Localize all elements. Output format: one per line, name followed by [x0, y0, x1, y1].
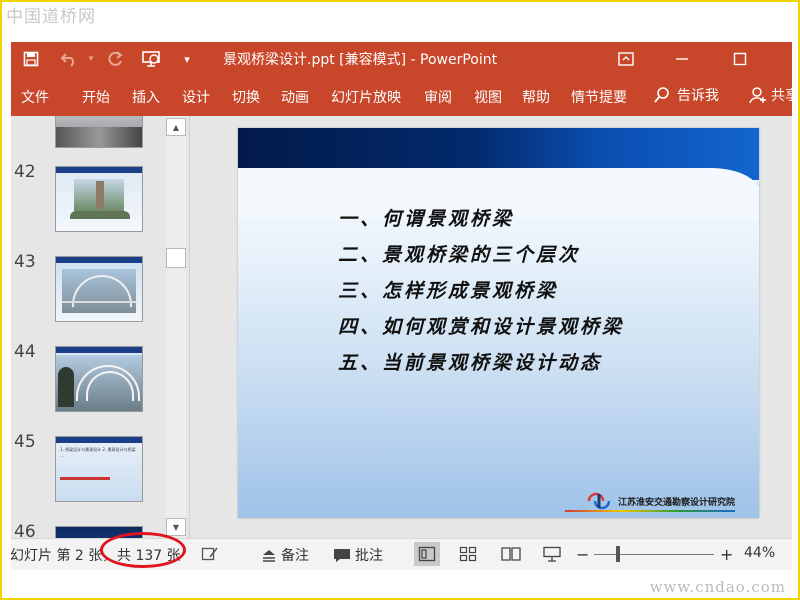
minimize-icon[interactable]: [667, 46, 697, 72]
institute-logo-icon: [587, 492, 611, 510]
slide-thumbnail[interactable]: 1. 桥梁设计与景观设计 2. 景观设计与桥梁 ...: [55, 436, 143, 502]
reading-view-icon[interactable]: [498, 542, 524, 566]
watermark-top: 中国道桥网: [6, 7, 96, 27]
zoom-out-button[interactable]: −: [576, 545, 589, 564]
ribbon-display-options-icon[interactable]: [611, 46, 641, 72]
slide-number: 45: [14, 432, 36, 452]
tell-me-label: 告诉我: [677, 88, 719, 104]
slide-agenda-item: 二、景观桥梁的三个层次: [338, 244, 581, 266]
customize-qat-icon[interactable]: ▾: [175, 47, 199, 71]
slide-sorter-icon[interactable]: [455, 542, 481, 566]
thumbnail-scrollbar[interactable]: ▲ ▼: [166, 116, 186, 538]
tab-help[interactable]: 帮助: [522, 87, 550, 107]
footer-rule: [565, 510, 735, 512]
powerpoint-window: ▾ ▾ 景观桥梁设计.ppt [兼容模式] - PowerPoint 文件 开始…: [11, 42, 792, 570]
slide-number: 44: [14, 342, 36, 362]
notes-icon: [263, 550, 275, 562]
tab-insert[interactable]: 插入: [132, 87, 160, 107]
slide-agenda-item: 三、怎样形成景观桥梁: [338, 280, 559, 302]
zoom-level[interactable]: 44%: [744, 545, 775, 561]
comments-label: 批注: [355, 548, 383, 564]
slide-number: 43: [14, 252, 36, 272]
title-bar: ▾ ▾ 景观桥梁设计.ppt [兼容模式] - PowerPoint: [11, 42, 792, 76]
zoom-in-button[interactable]: +: [720, 545, 733, 564]
save-icon[interactable]: [19, 47, 43, 71]
tab-animations[interactable]: 动画: [281, 87, 309, 107]
slide-thumbnail-pane: 42 43 44 45 1. 桥梁设计与景观设计 2. 景观设计与桥梁 ...: [11, 116, 177, 538]
share-label: 共享: [771, 88, 792, 104]
spelling-check-icon[interactable]: [197, 542, 223, 566]
scroll-down-icon[interactable]: ▼: [166, 518, 186, 536]
tab-storyboarding[interactable]: 情节提要: [571, 87, 627, 107]
slide-agenda-item: 一、何谓景观桥梁: [338, 208, 515, 230]
thumbnail-text: 1. 桥梁设计与景观设计 2. 景观设计与桥梁 ...: [60, 447, 136, 458]
slide-thumbnail[interactable]: [55, 256, 143, 322]
watermark-bottom: www.cndao.com: [649, 578, 786, 596]
slide-agenda-item: 五、当前景观桥梁设计动态: [338, 352, 603, 374]
undo-dropdown-icon[interactable]: ▾: [79, 47, 103, 71]
zoom-slider-handle[interactable]: [616, 546, 620, 562]
tab-slideshow[interactable]: 幻灯片放映: [331, 87, 401, 107]
tab-review[interactable]: 审阅: [424, 87, 452, 107]
comment-icon: [334, 548, 350, 562]
search-icon: [654, 87, 669, 103]
tab-transitions[interactable]: 切换: [232, 87, 260, 107]
start-from-beginning-icon[interactable]: [139, 47, 163, 71]
slide-thumbnail[interactable]: [55, 166, 143, 232]
normal-view-icon[interactable]: [414, 542, 440, 566]
redo-icon[interactable]: [103, 47, 127, 71]
tab-home[interactable]: 开始: [82, 87, 110, 107]
zoom-slider-track[interactable]: [594, 554, 714, 555]
tab-design[interactable]: 设计: [182, 87, 210, 107]
comments-button[interactable]: 批注: [333, 545, 383, 565]
scroll-thumb[interactable]: [166, 248, 186, 268]
current-slide[interactable]: 一、何谓景观桥梁 二、景观桥梁的三个层次 三、怎样形成景观桥梁 四、如何观赏和设…: [238, 128, 759, 518]
slide-footer: 江苏淮安交通勘察设计研究院: [586, 492, 735, 510]
undo-icon[interactable]: [57, 47, 81, 71]
scroll-up-icon[interactable]: ▲: [166, 118, 186, 136]
tab-view[interactable]: 视图: [474, 87, 502, 107]
slide-thumbnail[interactable]: [55, 116, 143, 148]
notes-label: 备注: [281, 548, 309, 564]
slide-agenda-item: 四、如何观赏和设计景观桥梁: [338, 316, 625, 338]
window-title: 景观桥梁设计.ppt [兼容模式] - PowerPoint: [223, 52, 498, 68]
slide-thumbnail[interactable]: [55, 346, 143, 412]
slide-editor: 一、何谓景观桥梁 二、景观桥梁的三个层次 三、怎样形成景观桥梁 四、如何观赏和设…: [190, 116, 792, 538]
slideshow-view-icon[interactable]: [539, 542, 565, 566]
maximize-icon[interactable]: [725, 46, 755, 72]
institute-name: 江苏淮安交通勘察设计研究院: [617, 497, 735, 508]
person-icon: [749, 87, 766, 104]
ribbon-tabs: 文件 开始 插入 设计 切换 动画 幻灯片放映 审阅 视图 帮助 情节提要 告诉…: [11, 76, 792, 116]
highlight-ellipse: [100, 532, 186, 568]
tab-file[interactable]: 文件: [21, 87, 49, 107]
notes-button[interactable]: 备注: [261, 545, 309, 565]
tell-me-search[interactable]: 告诉我: [653, 85, 719, 105]
slide-number: 46: [14, 522, 36, 538]
share-button[interactable]: 共享: [749, 85, 792, 105]
slide-number: 42: [14, 162, 36, 182]
